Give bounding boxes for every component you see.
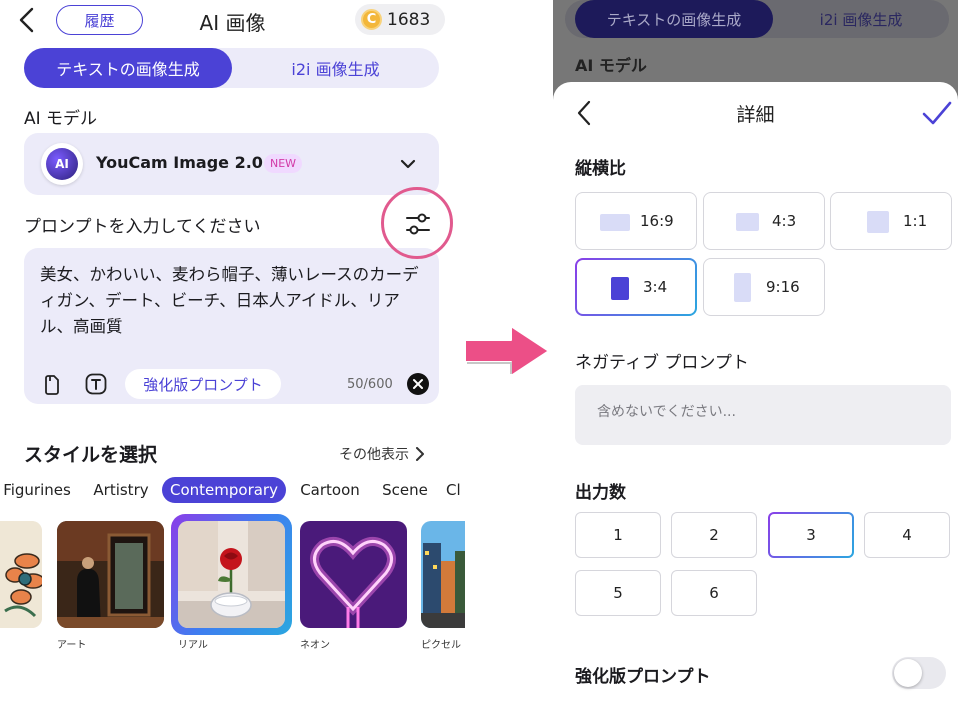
aspect-option-9-16[interactable]: 9:16 <box>703 258 825 316</box>
style-thumb-label: リアル <box>178 640 208 651</box>
coin-icon: C <box>361 9 382 30</box>
output-count-option-selected[interactable]: 3 <box>768 512 854 558</box>
model-selector[interactable]: AI YouCam Image 2.0 NEW <box>24 133 439 195</box>
enhance-prompt-label: 強化版プロンプト <box>575 667 711 687</box>
output-count-option[interactable]: 6 <box>671 570 757 616</box>
close-icon <box>413 379 423 389</box>
aspect-ratio-label: 縦横比 <box>575 159 626 179</box>
text-format-icon[interactable] <box>84 372 108 396</box>
style-thumb-art[interactable] <box>57 521 164 628</box>
output-count-option[interactable]: 4 <box>864 512 950 558</box>
checkmark-icon[interactable] <box>921 98 953 128</box>
sheet-title: 詳細 <box>736 104 775 126</box>
mode-tabbar: テキストの画像生成 i2i 画像生成 <box>24 48 439 88</box>
aspect-option-label: 1:1 <box>903 212 928 230</box>
style-thumb-neon[interactable] <box>300 521 407 628</box>
bg-model-label: AI モデル <box>575 56 647 75</box>
ratio-shape-icon <box>600 214 630 231</box>
model-logo-icon: AI <box>41 143 83 185</box>
coin-count: 1683 <box>387 9 431 30</box>
rose-photo-image <box>178 521 285 628</box>
aspect-option-4-3[interactable]: 4:3 <box>703 192 825 250</box>
tab-text-to-image[interactable]: テキストの画像生成 <box>24 48 232 88</box>
model-logo-text: AI <box>46 148 78 180</box>
tab-image-to-image[interactable]: i2i 画像生成 <box>232 48 439 88</box>
style-thumb-label: ピクセル <box>421 640 461 651</box>
char-count: 50/600 <box>347 377 393 392</box>
style-thumb-pixel[interactable] <box>421 521 465 628</box>
prompt-text[interactable]: 美女、かわいい、麦わら帽子、薄いレースのカーディガン、デート、ビーチ、日本人アイ… <box>40 262 425 340</box>
chevron-right-icon <box>416 447 424 461</box>
model-section-label: AI モデル <box>24 109 98 129</box>
aspect-option-1-1[interactable]: 1:1 <box>830 192 952 250</box>
ratio-shape-icon <box>867 211 889 233</box>
details-sheet: 詳細 縦横比 16:9 4:3 1:1 3:4 9:16 ネガティブ プロンプト <box>553 82 958 704</box>
coin-balance[interactable]: C 1683 <box>355 4 445 35</box>
output-count-option[interactable]: 1 <box>575 512 661 558</box>
right-screen: テキストの画像生成 i2i 画像生成 AI モデル 詳細 縦横比 16:9 4:… <box>553 0 958 704</box>
prompt-section-label: プロンプトを入力してください <box>24 217 261 237</box>
category-tab[interactable]: Figurines <box>0 477 74 503</box>
art-painting-image <box>57 521 164 628</box>
style-category-tabs: Figurines Artistry Contemporary Cartoon … <box>0 477 465 503</box>
bg-tab-text-to-image: テキストの画像生成 <box>575 0 773 38</box>
output-count-label: 出力数 <box>575 483 626 503</box>
paste-icon[interactable] <box>40 372 64 396</box>
category-tab[interactable]: Artistry <box>89 477 153 503</box>
category-tab[interactable]: Scene <box>378 477 432 503</box>
pixel-city-image <box>421 521 465 628</box>
enhance-prompt-button[interactable]: 強化版プロンプト <box>125 369 281 399</box>
background-tabbar: テキストの画像生成 i2i 画像生成 <box>565 0 949 38</box>
aspect-option-label: 16:9 <box>640 212 674 230</box>
aspect-option-label: 3:4 <box>643 278 668 296</box>
negative-prompt-label: ネガティブ プロンプト <box>575 353 749 373</box>
flower-illustration <box>0 521 42 628</box>
left-screen: 履歴 AI 画像 C 1683 テキストの画像生成 i2i 画像生成 AI モデ… <box>0 0 465 704</box>
show-more-label: その他表示 <box>339 447 409 463</box>
show-more-link[interactable]: その他表示 <box>339 444 425 464</box>
output-count-option[interactable]: 5 <box>575 570 661 616</box>
negative-prompt-box[interactable] <box>575 385 951 445</box>
category-tab-active[interactable]: Contemporary <box>162 477 286 503</box>
aspect-option-3-4[interactable]: 3:4 <box>575 258 697 316</box>
aspect-option-16-9[interactable]: 16:9 <box>575 192 697 250</box>
ratio-shape-icon <box>736 213 759 231</box>
category-tab[interactable]: Cl <box>446 477 465 503</box>
output-count-option[interactable]: 2 <box>671 512 757 558</box>
category-tab[interactable]: Cartoon <box>297 477 363 503</box>
negative-prompt-input[interactable] <box>597 404 927 420</box>
sliders-icon[interactable] <box>405 211 431 237</box>
chevron-down-icon[interactable] <box>399 155 417 173</box>
aspect-option-label: 4:3 <box>772 212 797 230</box>
ratio-shape-icon <box>611 277 629 300</box>
ratio-shape-icon <box>734 273 751 302</box>
style-heading: スタイルを選択 <box>24 444 158 466</box>
style-thumb-label: アート <box>57 640 87 651</box>
toggle-knob <box>894 659 922 687</box>
style-thumb-label: ネオン <box>300 640 330 651</box>
right-arrow-icon <box>464 325 550 377</box>
clear-prompt-button[interactable] <box>407 373 429 395</box>
neon-heart-image <box>300 521 407 628</box>
bg-tab-image-to-image: i2i 画像生成 <box>819 10 903 29</box>
style-thumb-flowers[interactable] <box>0 521 42 628</box>
enhance-prompt-toggle[interactable] <box>892 657 946 689</box>
aspect-option-label: 9:16 <box>766 278 800 296</box>
style-thumb-real[interactable] <box>178 521 285 628</box>
prompt-input-area[interactable]: 美女、かわいい、麦わら帽子、薄いレースのカーディガン、デート、ビーチ、日本人アイ… <box>24 248 439 404</box>
advanced-settings-highlight <box>381 187 453 259</box>
new-badge: NEW <box>264 154 303 173</box>
model-name: YouCam Image 2.0 <box>96 153 263 172</box>
